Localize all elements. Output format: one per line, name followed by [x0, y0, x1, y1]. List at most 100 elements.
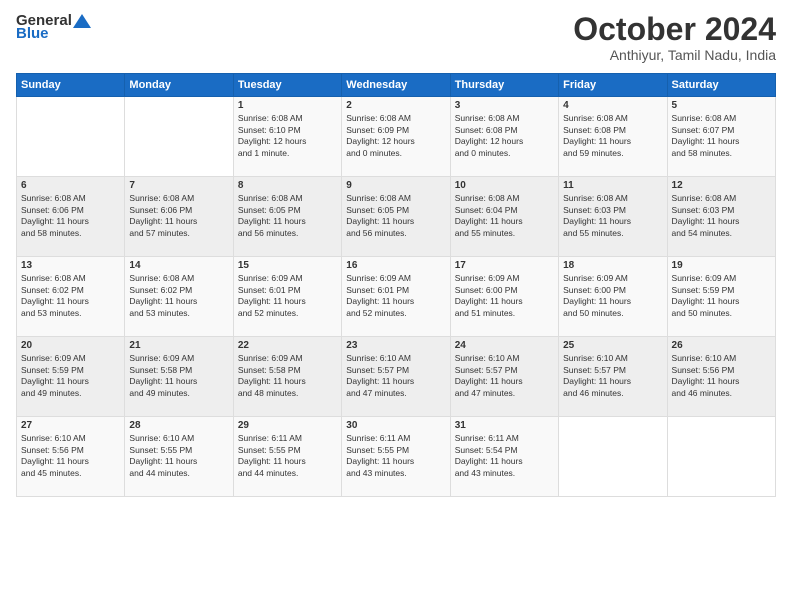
day-info: Sunrise: 6:10 AM Sunset: 5:57 PM Dayligh… — [455, 353, 554, 399]
day-number: 28 — [129, 420, 228, 431]
day-cell: 3Sunrise: 6:08 AM Sunset: 6:08 PM Daylig… — [450, 97, 558, 177]
day-info: Sunrise: 6:08 AM Sunset: 6:02 PM Dayligh… — [129, 273, 228, 319]
day-cell: 11 Sunrise: 6:08 AM Sunset: 6:03 PM Dayli… — [559, 177, 667, 257]
week-row-4: 20Sunrise: 6:09 AM Sunset: 5:59 PM Dayli… — [17, 337, 776, 417]
logo-blue: Blue — [16, 25, 49, 42]
day-header-tuesday: Tuesday — [233, 74, 341, 97]
day-info: Sunrise: 6:08 AM Sunset: 6:08 PM Dayligh… — [563, 113, 662, 159]
day-number: 26 — [672, 340, 771, 351]
day-number: 5 — [672, 100, 771, 111]
day-number: 16 — [346, 260, 445, 271]
day-number: 20 — [21, 340, 120, 351]
day-cell — [667, 417, 775, 497]
day-number: 15 — [238, 260, 337, 271]
header: General Blue October 2024 Anthiyur, Tami… — [16, 12, 776, 63]
day-header-thursday: Thursday — [450, 74, 558, 97]
day-cell: 4Sunrise: 6:08 AM Sunset: 6:08 PM Daylig… — [559, 97, 667, 177]
day-cell: 8Sunrise: 6:08 AM Sunset: 6:05 PM Daylig… — [233, 177, 341, 257]
day-info: Sunrise: 6:08 AM Sunset: 6:05 PM Dayligh… — [238, 193, 337, 239]
day-number: 17 — [455, 260, 554, 271]
day-number: 9 — [346, 180, 445, 191]
day-info: Sunrise: 6:08 AM Sunset: 6:10 PM Dayligh… — [238, 113, 337, 159]
day-number: 13 — [21, 260, 120, 271]
day-cell: 20Sunrise: 6:09 AM Sunset: 5:59 PM Dayli… — [17, 337, 125, 417]
day-cell: 16 Sunrise: 6:09 AM Sunset: 6:01 PM Dayli… — [342, 257, 450, 337]
day-cell: 30Sunrise: 6:11 AM Sunset: 5:55 PM Dayli… — [342, 417, 450, 497]
day-number: 10 — [455, 180, 554, 191]
day-info: Sunrise: 6:08 AM Sunset: 6:07 PM Dayligh… — [672, 113, 771, 159]
day-info: Sunrise: 6:08 AM Sunset: 6:06 PM Dayligh… — [21, 193, 120, 239]
day-info: Sunrise: 6:09 AM Sunset: 6:00 PM Dayligh… — [563, 273, 662, 319]
week-row-3: 13 Sunrise: 6:08 AM Sunset: 6:02 PM Dayli… — [17, 257, 776, 337]
day-number: 25 — [563, 340, 662, 351]
day-info: Sunrise: 6:08 AM Sunset: 6:09 PM Dayligh… — [346, 113, 445, 159]
day-info: Sunrise: 6:10 AM Sunset: 5:55 PM Dayligh… — [129, 433, 228, 479]
day-info: Sunrise: 6:11 AM Sunset: 5:54 PM Dayligh… — [455, 433, 554, 479]
day-cell: 29Sunrise: 6:11 AM Sunset: 5:55 PM Dayli… — [233, 417, 341, 497]
page: General Blue October 2024 Anthiyur, Tami… — [0, 0, 792, 612]
day-cell — [17, 97, 125, 177]
day-info: Sunrise: 6:09 AM Sunset: 5:58 PM Dayligh… — [129, 353, 228, 399]
logo-icon — [73, 14, 91, 28]
day-cell: 5 Sunrise: 6:08 AM Sunset: 6:07 PM Daylig… — [667, 97, 775, 177]
day-cell: 19 Sunrise: 6:09 AM Sunset: 5:59 PM Dayli… — [667, 257, 775, 337]
day-cell: 24 Sunrise: 6:10 AM Sunset: 5:57 PM Dayli… — [450, 337, 558, 417]
day-cell: 26 Sunrise: 6:10 AM Sunset: 5:56 PM Dayli… — [667, 337, 775, 417]
day-header-wednesday: Wednesday — [342, 74, 450, 97]
day-info: Sunrise: 6:10 AM Sunset: 5:57 PM Dayligh… — [563, 353, 662, 399]
day-cell: 6 Sunrise: 6:08 AM Sunset: 6:06 PM Daylig… — [17, 177, 125, 257]
day-number: 27 — [21, 420, 120, 431]
day-cell: 15 Sunrise: 6:09 AM Sunset: 6:01 PM Dayli… — [233, 257, 341, 337]
day-cell: 31Sunrise: 6:11 AM Sunset: 5:54 PM Dayli… — [450, 417, 558, 497]
day-info: Sunrise: 6:08 AM Sunset: 6:02 PM Dayligh… — [21, 273, 120, 319]
day-cell: 13 Sunrise: 6:08 AM Sunset: 6:02 PM Dayli… — [17, 257, 125, 337]
day-info: Sunrise: 6:08 AM Sunset: 6:03 PM Dayligh… — [672, 193, 771, 239]
day-cell: 12 Sunrise: 6:08 AM Sunset: 6:03 PM Dayli… — [667, 177, 775, 257]
day-info: Sunrise: 6:09 AM Sunset: 6:01 PM Dayligh… — [346, 273, 445, 319]
title-area: October 2024 Anthiyur, Tamil Nadu, India — [573, 12, 776, 63]
logo: General Blue — [16, 12, 91, 42]
week-row-5: 27 Sunrise: 6:10 AM Sunset: 5:56 PM Dayli… — [17, 417, 776, 497]
location-title: Anthiyur, Tamil Nadu, India — [573, 47, 776, 63]
day-cell: 17 Sunrise: 6:09 AM Sunset: 6:00 PM Dayli… — [450, 257, 558, 337]
day-info: Sunrise: 6:11 AM Sunset: 5:55 PM Dayligh… — [238, 433, 337, 479]
day-info: Sunrise: 6:08 AM Sunset: 6:06 PM Dayligh… — [129, 193, 228, 239]
week-row-1: 1 Sunrise: 6:08 AM Sunset: 6:10 PM Daylig… — [17, 97, 776, 177]
day-number: 14 — [129, 260, 228, 271]
day-number: 24 — [455, 340, 554, 351]
day-info: Sunrise: 6:09 AM Sunset: 5:59 PM Dayligh… — [672, 273, 771, 319]
day-cell — [559, 417, 667, 497]
month-title: October 2024 — [573, 12, 776, 47]
day-info: Sunrise: 6:11 AM Sunset: 5:55 PM Dayligh… — [346, 433, 445, 479]
day-number: 23 — [346, 340, 445, 351]
week-row-2: 6 Sunrise: 6:08 AM Sunset: 6:06 PM Daylig… — [17, 177, 776, 257]
day-number: 7 — [129, 180, 228, 191]
header-row: SundayMondayTuesdayWednesdayThursdayFrid… — [17, 74, 776, 97]
day-info: Sunrise: 6:08 AM Sunset: 6:04 PM Dayligh… — [455, 193, 554, 239]
day-cell: 28 Sunrise: 6:10 AM Sunset: 5:55 PM Dayli… — [125, 417, 233, 497]
day-number: 22 — [238, 340, 337, 351]
day-number: 6 — [21, 180, 120, 191]
day-cell: 18Sunrise: 6:09 AM Sunset: 6:00 PM Dayli… — [559, 257, 667, 337]
day-cell: 22Sunrise: 6:09 AM Sunset: 5:58 PM Dayli… — [233, 337, 341, 417]
day-number: 3 — [455, 100, 554, 111]
day-info: Sunrise: 6:08 AM Sunset: 6:03 PM Dayligh… — [563, 193, 662, 239]
day-cell: 27 Sunrise: 6:10 AM Sunset: 5:56 PM Dayli… — [17, 417, 125, 497]
day-cell: 25 Sunrise: 6:10 AM Sunset: 5:57 PM Dayli… — [559, 337, 667, 417]
day-cell: 2Sunrise: 6:08 AM Sunset: 6:09 PM Daylig… — [342, 97, 450, 177]
day-number: 12 — [672, 180, 771, 191]
day-info: Sunrise: 6:10 AM Sunset: 5:56 PM Dayligh… — [672, 353, 771, 399]
day-number: 11 — [563, 180, 662, 191]
day-info: Sunrise: 6:10 AM Sunset: 5:57 PM Dayligh… — [346, 353, 445, 399]
day-cell: 1 Sunrise: 6:08 AM Sunset: 6:10 PM Daylig… — [233, 97, 341, 177]
day-info: Sunrise: 6:09 AM Sunset: 6:00 PM Dayligh… — [455, 273, 554, 319]
day-number: 19 — [672, 260, 771, 271]
day-cell: 21 Sunrise: 6:09 AM Sunset: 5:58 PM Dayli… — [125, 337, 233, 417]
day-info: Sunrise: 6:10 AM Sunset: 5:56 PM Dayligh… — [21, 433, 120, 479]
day-info: Sunrise: 6:09 AM Sunset: 6:01 PM Dayligh… — [238, 273, 337, 319]
day-cell: 23 Sunrise: 6:10 AM Sunset: 5:57 PM Dayli… — [342, 337, 450, 417]
calendar-table: SundayMondayTuesdayWednesdayThursdayFrid… — [16, 73, 776, 497]
day-number: 1 — [238, 100, 337, 111]
day-number: 21 — [129, 340, 228, 351]
day-cell: 9Sunrise: 6:08 AM Sunset: 6:05 PM Daylig… — [342, 177, 450, 257]
